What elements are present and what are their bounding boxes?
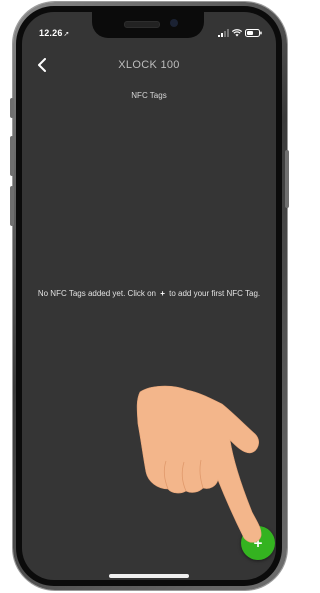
screenshot-stage: 12.26➚ XLOCK 100 NFC Tags No NFC Tags ad… xyxy=(0,0,295,593)
pointing-hand-icon xyxy=(136,385,262,543)
